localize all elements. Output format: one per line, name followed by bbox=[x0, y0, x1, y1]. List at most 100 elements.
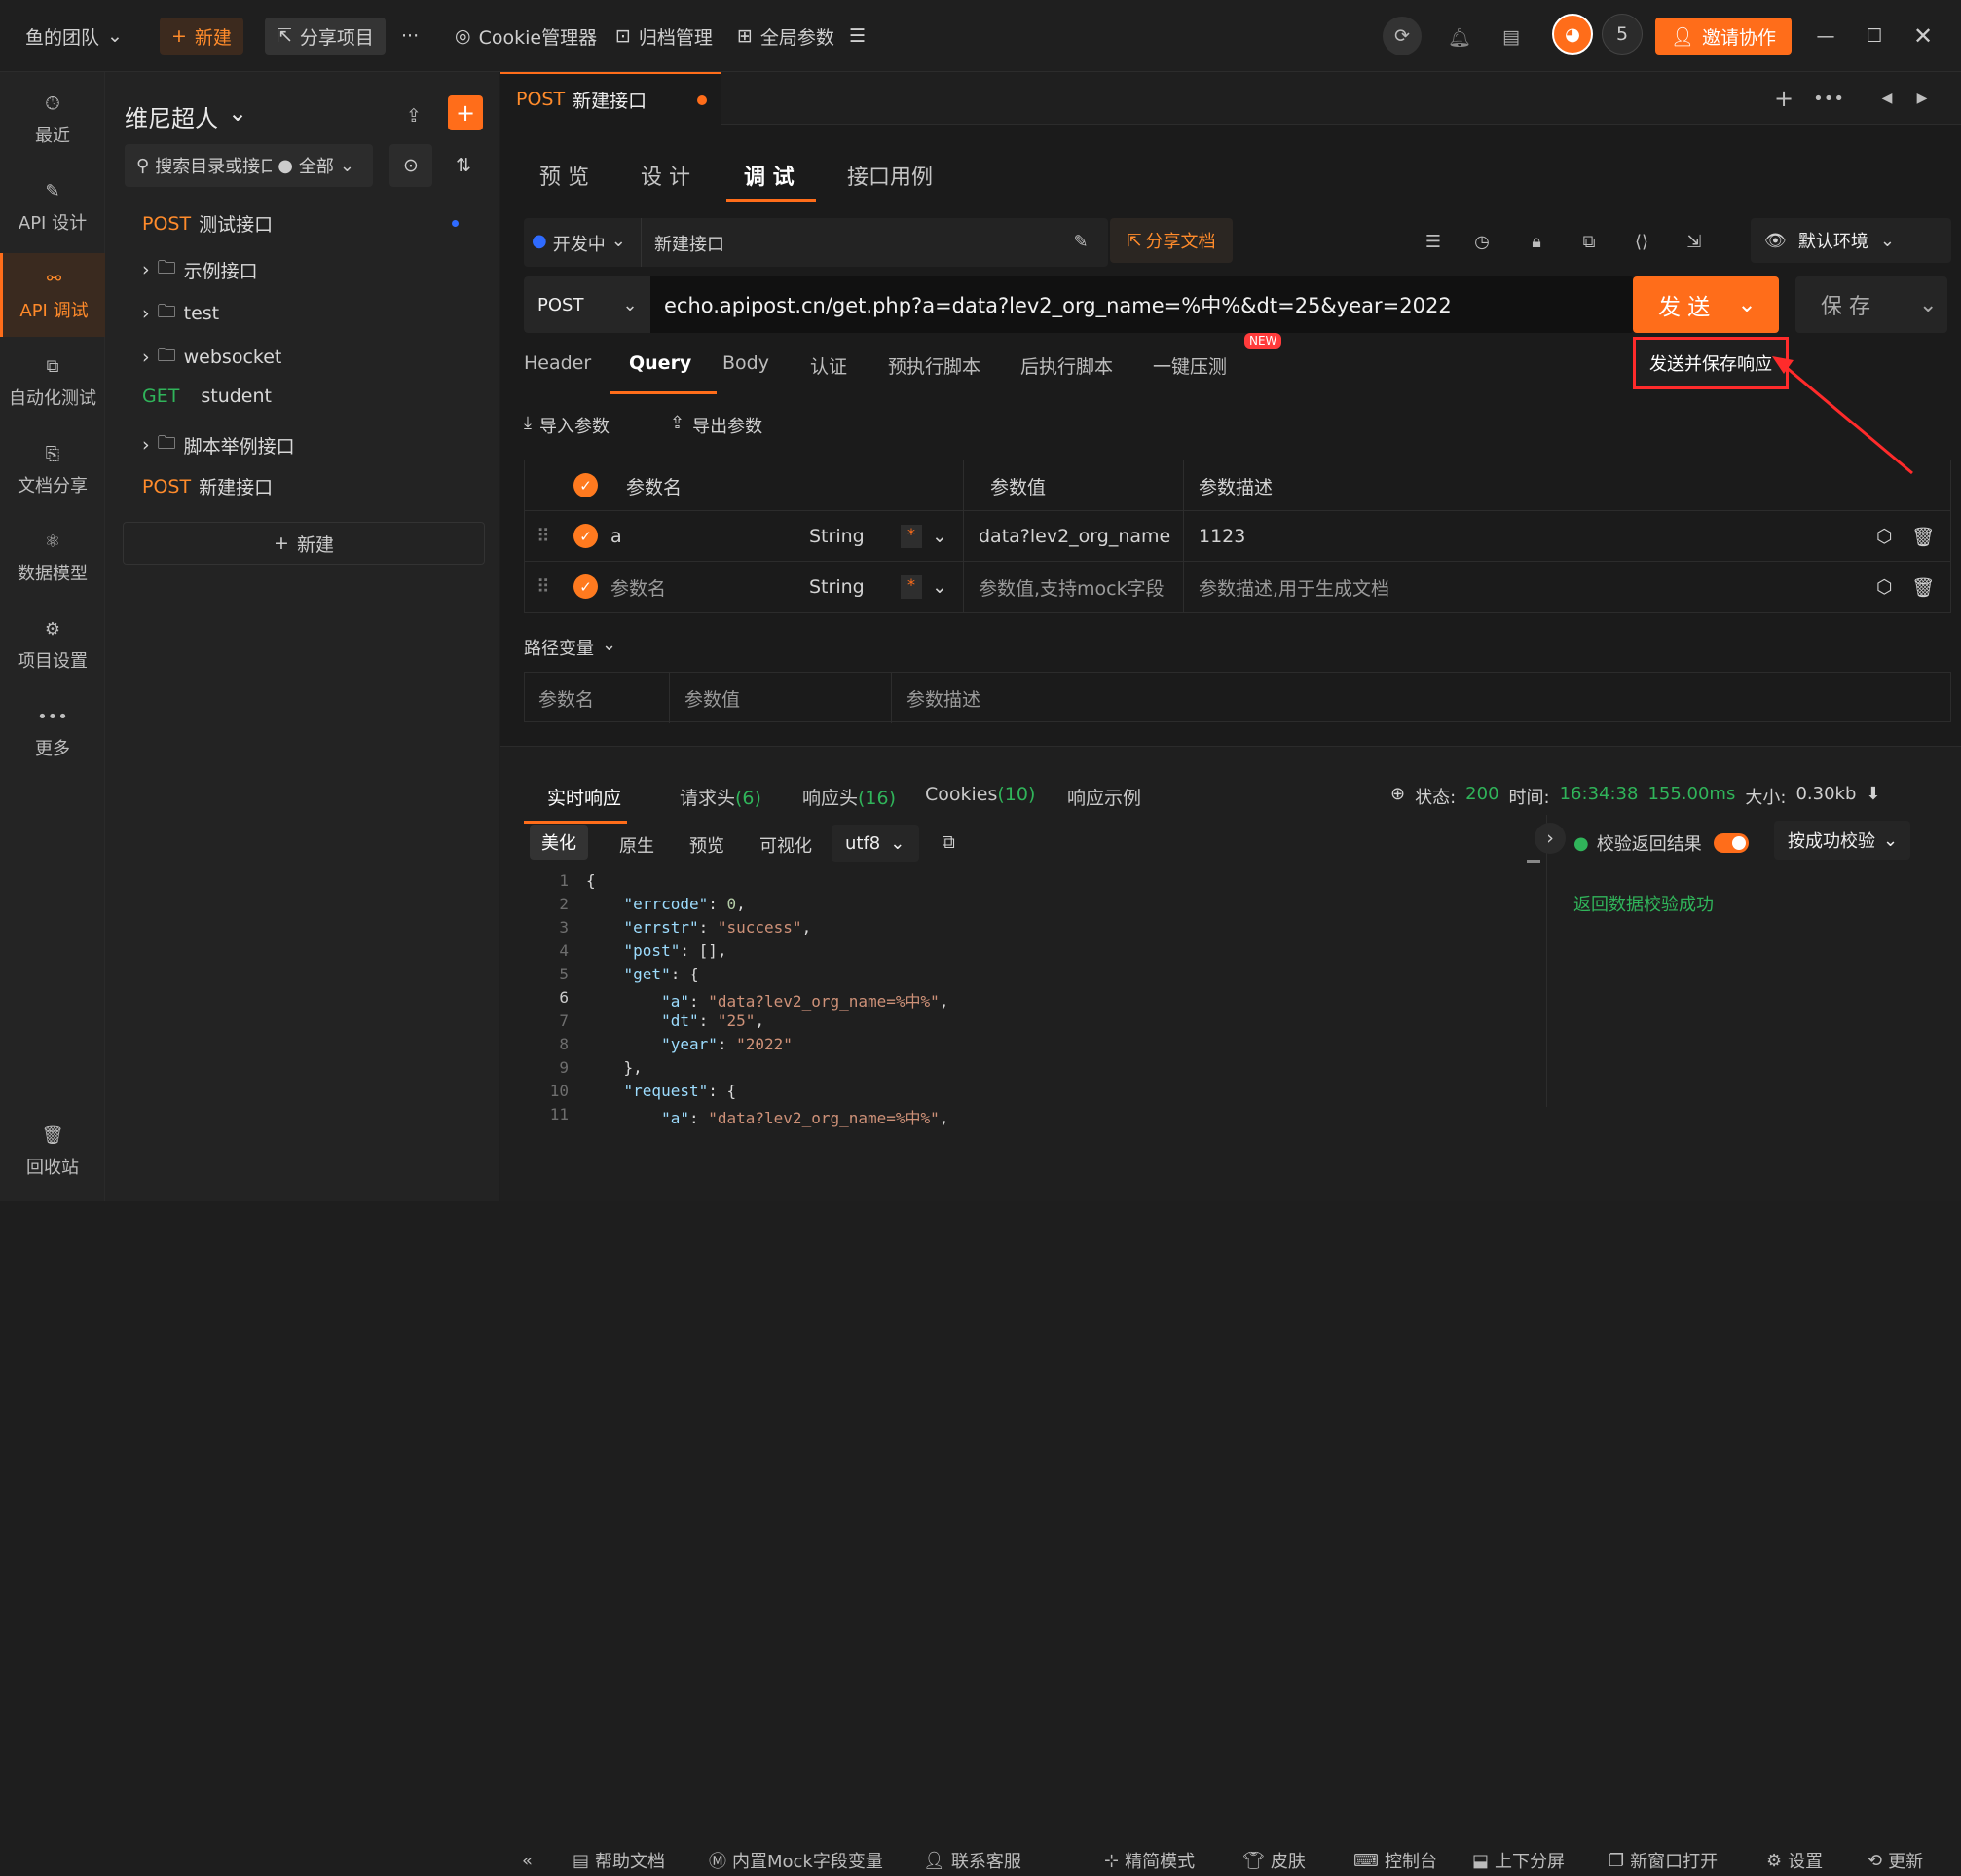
sync-icon[interactable]: ⟳ bbox=[1383, 17, 1422, 55]
validate-mode-select[interactable]: 按成功校验 ⌄ bbox=[1774, 821, 1910, 860]
send-button[interactable]: 发 送 ⌄ bbox=[1633, 276, 1779, 333]
tree-folder-test[interactable]: › 🗀︎ test bbox=[142, 298, 219, 329]
notes-icon[interactable]: ▤ bbox=[1498, 23, 1525, 51]
encoding-select[interactable]: utf8 ⌄ bbox=[832, 825, 919, 862]
cube-icon[interactable]: ⬡ bbox=[1876, 511, 1893, 562]
global-params-button[interactable]: ⊞ 全局参数 bbox=[725, 18, 846, 55]
history-icon[interactable]: ◷ bbox=[1470, 230, 1494, 253]
mock-vars[interactable]: Ⓜ 内置Mock字段变量 bbox=[709, 1848, 883, 1873]
sort-icon[interactable]: ⇅ bbox=[444, 146, 483, 185]
api-name-input[interactable]: 新建接口 bbox=[654, 231, 724, 256]
required-toggle[interactable]: * bbox=[901, 525, 922, 548]
help-docs[interactable]: ▤ 帮助文档 bbox=[573, 1848, 665, 1873]
ptab-pre-script[interactable]: 预执行脚本 bbox=[888, 352, 980, 379]
validate-toggle[interactable]: ● 校验返回结果 bbox=[1573, 830, 1749, 856]
view-beautify[interactable]: 美化 bbox=[530, 825, 588, 860]
console[interactable]: ⌨ 控制台 bbox=[1353, 1848, 1437, 1873]
chevron-down-icon[interactable]: ⌄ bbox=[932, 511, 947, 562]
nav-recent[interactable]: 🕓︎ 最近 bbox=[0, 78, 105, 162]
nav-api-design[interactable]: ✎ API 设计 bbox=[0, 166, 105, 249]
maximize-icon[interactable]: ☐ bbox=[1860, 21, 1889, 51]
share-doc-button[interactable]: ⇱ 分享文档 bbox=[1110, 218, 1233, 263]
project-selector[interactable]: 维尼超人 ⌄ bbox=[125, 99, 247, 133]
copy-icon[interactable]: ⧉ bbox=[935, 828, 962, 856]
chevron-down-icon[interactable]: ⌄ bbox=[1737, 292, 1756, 317]
export-params-button[interactable]: ⇪ 导出参数 bbox=[670, 413, 762, 438]
team-selector[interactable]: 鱼的团队 ⌄ bbox=[14, 18, 134, 55]
param-name[interactable]: 参数名 bbox=[610, 562, 666, 612]
more-menu-button[interactable]: ··· bbox=[389, 18, 430, 55]
url-input[interactable]: echo.apipost.cn/get.php?a=data?lev2_org_… bbox=[664, 290, 1452, 319]
add-tab-icon[interactable]: + bbox=[1772, 85, 1795, 112]
nav-api-debug[interactable]: ⚯ API 调试 bbox=[0, 253, 105, 337]
next-tab-icon[interactable]: ▶ bbox=[1910, 87, 1934, 110]
invite-button[interactable]: 👤︎ 邀请协作 bbox=[1655, 18, 1792, 55]
ptab-header[interactable]: Header bbox=[524, 352, 591, 374]
tab-design[interactable]: 设 计 bbox=[641, 160, 690, 191]
collapse-sidebar-icon[interactable]: « bbox=[522, 1851, 533, 1871]
view-raw[interactable]: 原生 bbox=[619, 832, 654, 858]
ptab-body[interactable]: Body bbox=[722, 352, 769, 374]
more-icon[interactable]: ••• bbox=[1813, 87, 1844, 110]
collapse-icon[interactable]: › bbox=[1535, 823, 1566, 854]
share-project-button[interactable]: ⇱ 分享项目 bbox=[265, 18, 386, 55]
tab-req-headers[interactable]: 请求头(6) bbox=[680, 784, 761, 810]
param-desc-input[interactable]: 1123 bbox=[1199, 511, 1245, 562]
ptab-query[interactable]: Query bbox=[629, 352, 691, 374]
nav-more[interactable]: ••• 更多 bbox=[0, 691, 105, 775]
tree-item-get-student[interactable]: GET student bbox=[142, 386, 272, 407]
align-icon[interactable]: ☰ bbox=[1422, 230, 1445, 253]
view-visual[interactable]: 可视化 bbox=[759, 832, 812, 858]
import-icon[interactable]: ⇪ bbox=[399, 101, 428, 130]
archive-button[interactable]: ⊡ 归档管理 bbox=[604, 18, 724, 55]
tree-folder-examples[interactable]: › 🗀︎ 示例接口 bbox=[142, 254, 258, 285]
tab-cases[interactable]: 接口用例 bbox=[847, 160, 933, 191]
new-item-button[interactable]: + 新建 bbox=[123, 522, 485, 565]
required-toggle[interactable]: * bbox=[901, 575, 922, 599]
status-select[interactable]: ● 开发中 ⌄ bbox=[532, 231, 626, 256]
scrollbar-thumb[interactable] bbox=[1527, 860, 1540, 863]
avatar[interactable]: ◕ bbox=[1552, 14, 1593, 55]
view-preview[interactable]: 预览 bbox=[689, 832, 724, 858]
param-desc-input[interactable]: 参数描述,用于生成文档 bbox=[1199, 562, 1389, 612]
tab-realtime[interactable]: 实时响应 bbox=[547, 784, 621, 810]
row-checkbox[interactable]: ✓ bbox=[574, 524, 598, 548]
nav-project-settings[interactable]: ⚙ 项目设置 bbox=[0, 604, 105, 687]
tab-cookies[interactable]: Cookies(10) bbox=[925, 784, 1035, 805]
param-type-select[interactable]: String bbox=[809, 511, 865, 562]
add-button[interactable]: + bbox=[448, 95, 483, 130]
tab-post-new[interactable]: POST 新建接口 bbox=[500, 72, 721, 125]
prev-tab-icon[interactable]: ◀ bbox=[1875, 87, 1899, 110]
ptab-stress[interactable]: 一键压测 bbox=[1153, 352, 1227, 379]
minimize-icon[interactable]: — bbox=[1811, 21, 1840, 51]
tree-folder-websocket[interactable]: › 🗀︎ websocket bbox=[142, 342, 281, 373]
cookie-manager-button[interactable]: ◎ Cookie管理器 bbox=[443, 18, 609, 55]
delete-icon[interactable]: 🗑︎ bbox=[1911, 562, 1935, 612]
close-icon[interactable]: ✕ bbox=[1908, 21, 1938, 51]
description-icon[interactable]: ✎ bbox=[1069, 230, 1092, 253]
lock-icon[interactable]: 🔒︎ bbox=[1525, 230, 1548, 253]
param-value-input[interactable]: 参数值,支持mock字段 bbox=[979, 562, 1165, 612]
select-all-checkbox[interactable]: ✓ bbox=[574, 473, 598, 497]
customer-service[interactable]: 👤︎ 联系客服 bbox=[923, 1848, 1021, 1873]
drag-handle-icon[interactable]: ⠿ bbox=[536, 511, 550, 562]
update[interactable]: ⟲ 更新 bbox=[1868, 1848, 1923, 1873]
chevron-down-icon[interactable]: ⌄ bbox=[932, 562, 947, 612]
row-checkbox[interactable]: ✓ bbox=[574, 574, 598, 599]
delete-icon[interactable]: 🗑︎ bbox=[1911, 511, 1935, 562]
search-input[interactable]: ⚲ 搜索目录或接口 ● 全部 ⌄ bbox=[125, 144, 373, 187]
new-window[interactable]: ❐ 新窗口打开 bbox=[1609, 1848, 1718, 1873]
validate-switch[interactable] bbox=[1713, 833, 1749, 853]
tree-folder-script[interactable]: › 🗀︎ 脚本举例接口 bbox=[142, 429, 295, 460]
code-icon[interactable]: ⟨⟩ bbox=[1630, 230, 1653, 253]
import-params-button[interactable]: ⤓ 导入参数 bbox=[524, 413, 610, 438]
settings[interactable]: ⚙ 设置 bbox=[1766, 1848, 1823, 1873]
param-type-select[interactable]: String bbox=[809, 562, 865, 612]
param-name[interactable]: a bbox=[610, 511, 622, 562]
export-icon[interactable]: ⇲ bbox=[1683, 230, 1706, 253]
compact-mode[interactable]: ⊹ 精简模式 bbox=[1104, 1848, 1195, 1873]
split-view[interactable]: ⬓ 上下分屏 bbox=[1472, 1848, 1565, 1873]
method-select[interactable]: POST ⌄ bbox=[524, 276, 650, 333]
tree-item-post-new[interactable]: POST 新建接口 bbox=[142, 473, 273, 499]
tab-preview[interactable]: 预 览 bbox=[539, 160, 589, 191]
